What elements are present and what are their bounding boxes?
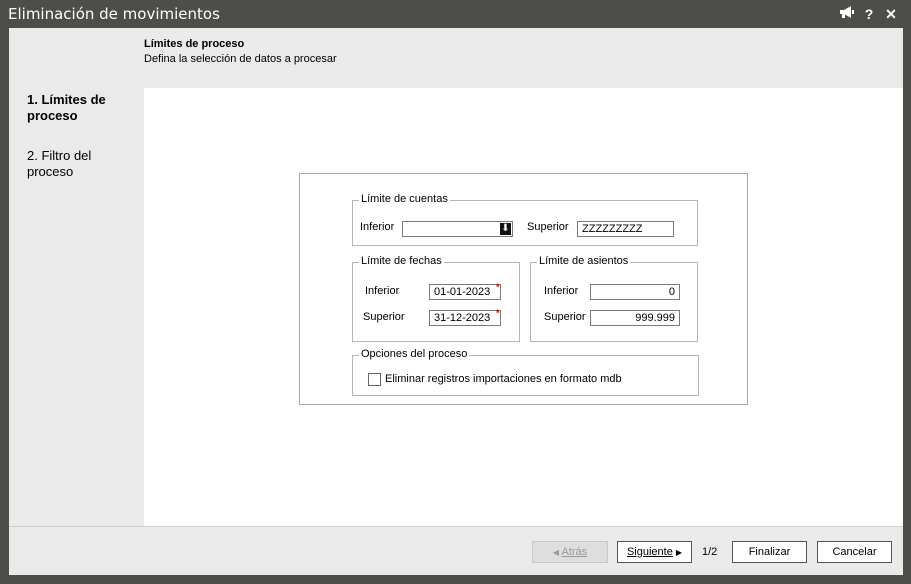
steps-list: 1. Límites de proceso 2. Filtro del proc… xyxy=(9,88,144,526)
required-marker: * xyxy=(496,308,500,318)
window-title: Eliminación de movimientos xyxy=(8,5,220,23)
group-opciones: Opciones del proceso Eliminar registros … xyxy=(352,348,699,396)
eliminar-mdb-label[interactable]: Eliminar registros importaciones en form… xyxy=(385,373,622,385)
dropdown-arrow-icon[interactable]: ⬇ xyxy=(500,223,511,235)
page-indicator: 1/2 xyxy=(702,546,718,558)
cuentas-inferior-combo[interactable]: ⬇ xyxy=(402,221,513,237)
next-label: Siguiente xyxy=(626,546,673,558)
wizard-header: Límites de proceso Defina la selección d… xyxy=(9,28,903,88)
megaphone-icon[interactable] xyxy=(838,5,856,23)
fechas-inferior-label: Inferior xyxy=(365,285,400,297)
header-subtitle: Defina la selección de datos a procesar xyxy=(144,53,337,65)
cuentas-superior-input[interactable]: ZZZZZZZZZ xyxy=(577,221,674,237)
wizard-client: Límites de proceso Defina la selección d… xyxy=(9,28,903,575)
group-asientos: Límite de asientos Inferior 0 Superior 9… xyxy=(530,255,698,342)
header-title: Límites de proceso xyxy=(144,38,245,50)
cuentas-inferior-label: Inferior xyxy=(360,221,395,233)
cuentas-superior-label: Superior xyxy=(527,221,569,233)
close-icon[interactable]: ✕ xyxy=(882,5,900,23)
asientos-inferior-label: Inferior xyxy=(544,285,579,297)
step-limites[interactable]: 1. Límites de proceso xyxy=(27,92,137,124)
eliminar-mdb-checkbox[interactable] xyxy=(368,373,381,386)
title-bar[interactable]: Eliminación de movimientos ? ✕ xyxy=(0,0,911,28)
group-cuentas: Límite de cuentas Inferior ⬇ Superior ZZ… xyxy=(352,193,698,246)
group-cuentas-legend: Límite de cuentas xyxy=(359,193,450,205)
back-label: Atrás xyxy=(561,546,588,558)
group-fechas-legend: Límite de fechas xyxy=(359,255,444,267)
group-fechas: Límite de fechas Inferior 01-01-2023 * S… xyxy=(352,255,520,342)
fechas-superior-label: Superior xyxy=(363,311,405,323)
arrow-left-icon: ◀ xyxy=(552,548,559,557)
content-area: Límite de cuentas Inferior ⬇ Superior ZZ… xyxy=(144,88,903,526)
finish-button[interactable]: Finalizar xyxy=(732,541,807,563)
group-opciones-legend: Opciones del proceso xyxy=(359,348,470,360)
asientos-inferior-input[interactable]: 0 xyxy=(590,284,680,300)
group-asientos-legend: Límite de asientos xyxy=(537,255,631,267)
asientos-superior-label: Superior xyxy=(544,311,586,323)
arrow-right-icon: ▶ xyxy=(675,548,683,557)
back-button[interactable]: ◀ Atrás xyxy=(532,541,608,563)
process-panel: Límite de cuentas Inferior ⬇ Superior ZZ… xyxy=(299,173,748,405)
required-marker: * xyxy=(496,282,500,292)
wizard-footer: ◀ Atrás Siguiente ▶ 1/2 Finalizar Cancel… xyxy=(9,526,903,575)
fechas-inferior-input[interactable]: 01-01-2023 xyxy=(429,284,501,300)
next-button[interactable]: Siguiente ▶ xyxy=(617,541,692,563)
cancel-button[interactable]: Cancelar xyxy=(817,541,892,563)
asientos-superior-input[interactable]: 999.999 xyxy=(590,310,680,326)
step-filtro[interactable]: 2. Filtro del proceso xyxy=(27,148,137,180)
fechas-superior-input[interactable]: 31-12-2023 xyxy=(429,310,501,326)
help-icon[interactable]: ? xyxy=(860,5,878,23)
window: Eliminación de movimientos ? ✕ Límites d… xyxy=(0,0,911,584)
